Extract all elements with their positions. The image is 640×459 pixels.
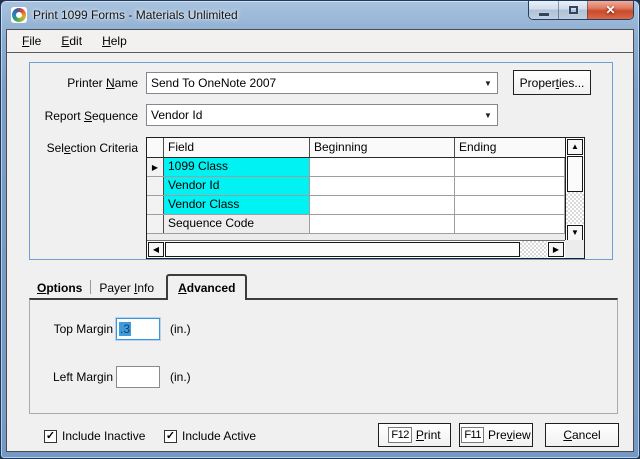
grid-header-beginning: Beginning xyxy=(310,138,455,157)
horizontal-scrollbar[interactable]: ◀ ▶ xyxy=(147,240,565,258)
advanced-tab-panel: Top Margin .3 (in.) Left Margin (in.) xyxy=(29,298,618,414)
preview-button[interactable]: F11 Preview xyxy=(459,423,533,447)
titlebar[interactable]: Print 1099 Forms - Materials Unlimited ✕ xyxy=(1,1,639,29)
report-sequence-combobox[interactable]: Vendor Id ▼ xyxy=(146,104,498,126)
scroll-down-icon: ▼ xyxy=(571,229,579,237)
scrollbar-corner xyxy=(565,240,584,258)
row-selector[interactable] xyxy=(147,215,164,233)
scroll-down-button[interactable]: ▼ xyxy=(567,225,583,241)
include-active-checkbox-group[interactable]: ✓ Include Active xyxy=(164,429,256,443)
row-selector[interactable] xyxy=(147,177,164,195)
cell-field[interactable]: 1099 Class xyxy=(164,158,310,176)
menu-file[interactable]: File xyxy=(12,31,51,51)
cancel-button[interactable]: Cancel xyxy=(545,423,619,447)
cell-field[interactable]: Sequence Code xyxy=(164,215,310,233)
vertical-scrollbar-thumb[interactable] xyxy=(567,156,583,192)
grid-header-field: Field xyxy=(164,138,310,157)
tab-advanced[interactable]: Advanced xyxy=(166,274,247,300)
horizontal-scrollbar-thumb[interactable] xyxy=(165,242,520,257)
cell-ending[interactable] xyxy=(455,196,565,214)
cell-beginning[interactable] xyxy=(310,215,455,233)
grid-header-selector xyxy=(147,138,164,157)
report-sequence-label: Report Sequence xyxy=(37,109,138,123)
include-active-label: Include Active xyxy=(182,429,256,443)
scroll-right-icon: ▶ xyxy=(553,246,559,254)
row-selector[interactable] xyxy=(147,196,164,214)
selection-criteria-grid: Field Beginning Ending ▶ 1099 Class Vend… xyxy=(146,137,585,259)
properties-button[interactable]: Properties... xyxy=(513,70,591,95)
chevron-down-icon[interactable]: ▼ xyxy=(479,111,497,120)
checkmark-icon: ✓ xyxy=(166,431,175,442)
selection-criteria-label: Selection Criteria xyxy=(37,141,138,155)
menu-bar: File Edit Help xyxy=(7,30,633,53)
printer-name-label: Printer Name xyxy=(37,76,138,90)
table-row: ▶ 1099 Class xyxy=(147,158,565,177)
print-1099-forms-window: Print 1099 Forms - Materials Unlimited ✕… xyxy=(0,0,640,459)
vertical-scrollbar-track[interactable] xyxy=(566,192,584,224)
left-margin-unit-label: (in.) xyxy=(170,370,191,384)
app-icon xyxy=(11,7,27,23)
vertical-scrollbar[interactable]: ▲ ▼ xyxy=(565,138,584,242)
left-margin-input[interactable] xyxy=(116,366,160,388)
include-inactive-checkbox[interactable]: ✓ xyxy=(44,430,57,443)
current-row-pointer-icon: ▶ xyxy=(152,163,158,172)
chevron-down-icon[interactable]: ▼ xyxy=(479,79,497,88)
maximize-button[interactable] xyxy=(558,1,587,19)
close-icon: ✕ xyxy=(605,4,615,16)
tab-strip: Options Payer Info Advanced xyxy=(29,274,247,298)
tab-options[interactable]: Options xyxy=(29,278,90,298)
menu-edit[interactable]: Edit xyxy=(51,31,92,51)
menu-help[interactable]: Help xyxy=(92,31,137,51)
cell-ending[interactable] xyxy=(455,158,565,176)
f12-keycap: F12 xyxy=(388,427,411,443)
left-margin-label: Left Margin xyxy=(30,370,113,384)
include-inactive-checkbox-group[interactable]: ✓ Include Inactive xyxy=(44,429,145,443)
window-title: Print 1099 Forms - Materials Unlimited xyxy=(33,8,238,22)
cell-field[interactable]: Vendor Class xyxy=(164,196,310,214)
minimize-icon xyxy=(539,13,549,16)
cell-ending[interactable] xyxy=(455,177,565,195)
table-row: Vendor Id xyxy=(147,177,565,196)
table-row: Vendor Class xyxy=(147,196,565,215)
cell-beginning[interactable] xyxy=(310,177,455,195)
maximize-icon xyxy=(569,6,578,14)
row-selector[interactable]: ▶ xyxy=(147,158,164,176)
caption-buttons: ✕ xyxy=(528,1,634,20)
top-margin-value-selected: .3 xyxy=(119,322,131,336)
grid-header-row: Field Beginning Ending xyxy=(147,138,565,158)
table-row: Sequence Code xyxy=(147,215,565,234)
dialog-body: File Edit Help Printer Name Send To OneN… xyxy=(6,29,634,452)
checkmark-icon: ✓ xyxy=(46,431,55,442)
cell-ending[interactable] xyxy=(455,215,565,233)
minimize-button[interactable] xyxy=(529,1,558,19)
tab-payer-info[interactable]: Payer Info xyxy=(91,278,162,298)
printer-name-value: Send To OneNote 2007 xyxy=(147,76,479,90)
cell-beginning[interactable] xyxy=(310,196,455,214)
cell-field[interactable]: Vendor Id xyxy=(164,177,310,195)
horizontal-scrollbar-track[interactable] xyxy=(520,241,547,258)
cell-beginning[interactable] xyxy=(310,158,455,176)
include-inactive-label: Include Inactive xyxy=(62,429,145,443)
grid-header-ending: Ending xyxy=(455,138,565,157)
scroll-up-icon: ▲ xyxy=(571,143,579,151)
top-margin-input[interactable]: .3 xyxy=(116,318,160,340)
report-sequence-value: Vendor Id xyxy=(147,108,479,122)
close-button[interactable]: ✕ xyxy=(587,1,633,19)
include-active-checkbox[interactable]: ✓ xyxy=(164,430,177,443)
scroll-left-icon: ◀ xyxy=(153,246,159,254)
scroll-up-button[interactable]: ▲ xyxy=(567,139,583,155)
top-margin-unit-label: (in.) xyxy=(170,322,191,336)
printer-name-combobox[interactable]: Send To OneNote 2007 ▼ xyxy=(146,72,498,94)
scroll-left-button[interactable]: ◀ xyxy=(148,242,164,257)
f11-keycap: F11 xyxy=(461,427,484,443)
print-button[interactable]: F12 Print xyxy=(378,423,451,447)
scroll-right-button[interactable]: ▶ xyxy=(548,242,564,257)
top-margin-label: Top Margin xyxy=(30,322,113,336)
